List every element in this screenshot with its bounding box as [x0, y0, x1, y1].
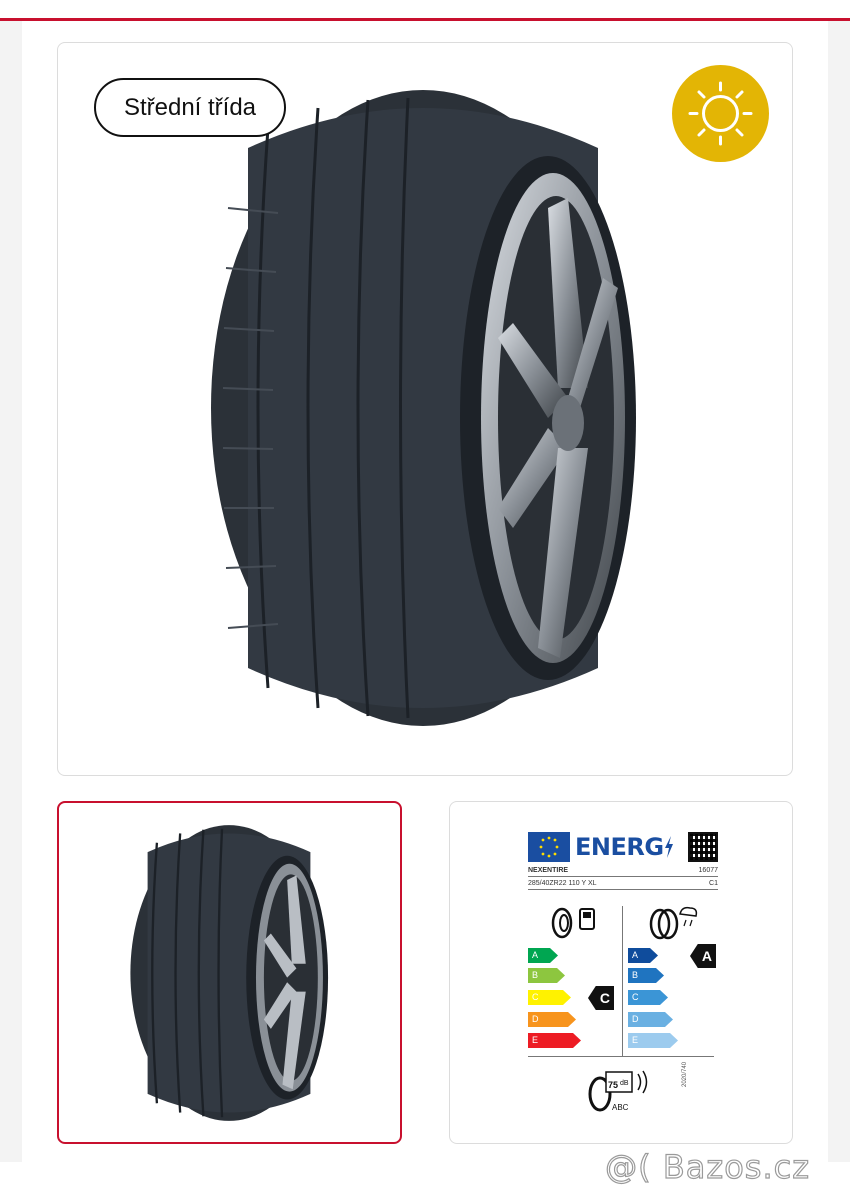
main-image-card[interactable]: Střední třída	[57, 42, 793, 776]
bazos-watermark: @( Bazos.cz	[605, 1147, 810, 1186]
wet-grade-c: C	[628, 990, 668, 1005]
top-bar	[0, 0, 850, 21]
fuel-rating-marker: C	[588, 986, 614, 1010]
fuel-efficiency-icon	[551, 907, 595, 939]
lightning-icon	[664, 836, 673, 858]
energy-label-title: ENERG	[575, 833, 664, 861]
wet-rating-marker: A	[690, 944, 716, 968]
wet-grade-e: E	[628, 1033, 678, 1048]
fuel-grade-a: A	[528, 948, 558, 963]
wet-grade-a: A	[628, 948, 658, 963]
label-divider	[622, 906, 623, 1056]
label-size-row: 285/40ZR22 110 Y XL C1	[528, 877, 718, 890]
fuel-grade-d: D	[528, 1012, 576, 1027]
tire-class: C1	[709, 880, 718, 887]
thumbnail-energy-label[interactable]: ENERG NEXENTIRE 16077 285/40ZR22 110 Y X…	[449, 801, 793, 1144]
label-brand-row: NEXENTIRE 16077	[528, 864, 718, 877]
wet-grade-d: D	[628, 1012, 673, 1027]
tire-size: 285/40ZR22 110 Y XL	[528, 880, 597, 887]
fuel-grade-b: B	[528, 968, 565, 983]
noise-class: ABC	[612, 1103, 629, 1112]
thumbnail-tire[interactable]	[57, 801, 402, 1144]
wet-grip-icon	[649, 906, 698, 940]
eu-label-header: ENERG	[528, 830, 718, 864]
noise-value: 75	[608, 1080, 619, 1090]
tire-brand: NEXENTIRE	[528, 867, 569, 874]
tire-thumbnail-image	[130, 825, 329, 1121]
eu-energy-label: ENERG NEXENTIRE 16077 285/40ZR22 110 Y X…	[528, 830, 718, 890]
summer-season-badge	[672, 65, 769, 162]
tire-class-badge: Střední třída	[94, 78, 286, 137]
tire-image	[211, 90, 636, 726]
regulation-code: 2020/740	[682, 1061, 688, 1087]
tire-code: 16077	[698, 867, 718, 874]
sun-icon	[688, 81, 753, 146]
fuel-grade-e: E	[528, 1033, 581, 1048]
fuel-grade-c: C	[528, 990, 571, 1005]
qr-code-icon	[688, 832, 718, 862]
wet-grade-b: B	[628, 968, 664, 983]
eu-flag-icon	[528, 832, 570, 862]
noise-unit: dB	[620, 1080, 629, 1087]
label-bottom-divider	[528, 1056, 714, 1057]
